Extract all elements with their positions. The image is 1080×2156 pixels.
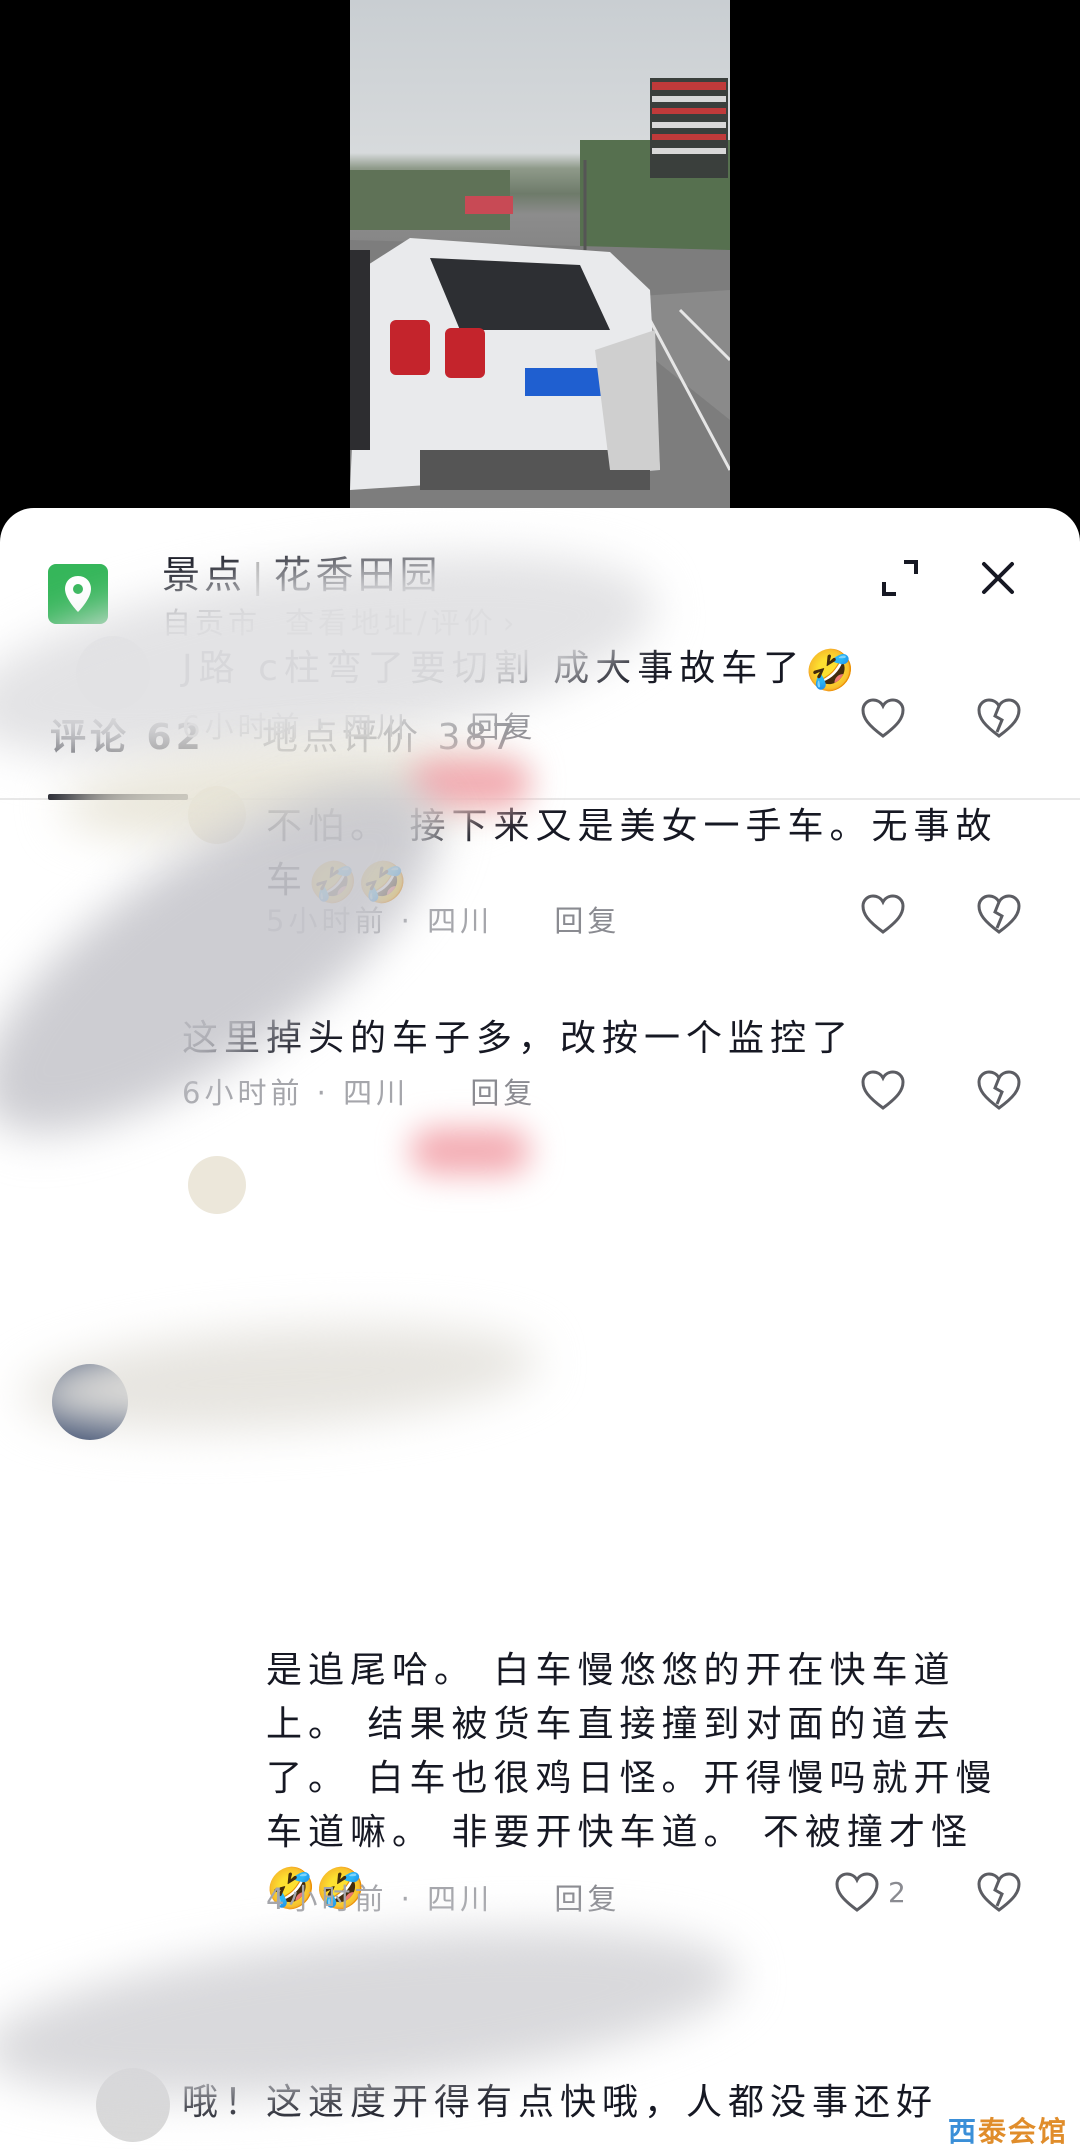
comment-body: 这里掉头的车子多，改按一个监控了 bbox=[182, 1018, 855, 1059]
comment-time: 6小时前 bbox=[182, 710, 304, 744]
comment-body: 哦！这速度开得有点快哦，人都没事还好 bbox=[182, 2082, 939, 2123]
avatar[interactable] bbox=[188, 1156, 246, 1214]
comment-region: 四川 bbox=[427, 904, 494, 938]
reply-button[interactable]: 回复 bbox=[554, 1882, 620, 1916]
comment-time: 4小时前 bbox=[266, 1882, 388, 1916]
location-comments-sheet: 景点 | 花香田园 自贡市 查看地址/评价 › 评论 62 地点评价 387 J路 c柱… bbox=[0, 508, 1080, 2156]
watermark-part2: 泰会馆 bbox=[977, 2115, 1068, 2148]
broken-heart-icon[interactable] bbox=[976, 894, 1022, 936]
broken-heart-icon[interactable] bbox=[976, 1070, 1022, 1112]
like-count: 2 bbox=[888, 1876, 906, 1909]
laughing-emoji-icon: 🤣 bbox=[805, 648, 856, 694]
comment-meta: 6小时前 · 四川 回复 bbox=[182, 704, 536, 746]
reply-button[interactable]: 回复 bbox=[470, 710, 536, 744]
expand-icon[interactable] bbox=[878, 556, 922, 600]
video-player[interactable] bbox=[0, 0, 1080, 520]
avatar[interactable] bbox=[188, 786, 246, 844]
location-name: 花香田园 bbox=[273, 553, 442, 597]
video-thumbnail-image bbox=[350, 78, 730, 510]
privacy-blur bbox=[410, 1128, 530, 1174]
view-address-link[interactable]: 查看地址/评价 bbox=[285, 606, 497, 640]
title-divider: | bbox=[252, 557, 268, 597]
comment-meta: 5小时前 · 四川 回复 bbox=[266, 898, 620, 940]
comment-text: 是追尾哈。 白车慢悠悠的开在快车道上。 结果被货车直接撞到对面的道去了。 白车也… bbox=[266, 1644, 1016, 1914]
location-subtitle[interactable]: 自贡市 查看地址/评价 › bbox=[162, 600, 518, 642]
map-pin-icon bbox=[48, 564, 108, 624]
location-city: 自贡市 bbox=[162, 606, 262, 640]
meta-separator: · bbox=[316, 710, 330, 744]
heart-icon[interactable] bbox=[860, 1070, 906, 1112]
heart-icon[interactable] bbox=[834, 1872, 880, 1914]
location-category: 景点 bbox=[162, 553, 247, 597]
comment-text: 这里掉头的车子多，改按一个监控了 bbox=[182, 1012, 1042, 1066]
watermark: 西泰会馆 bbox=[948, 2110, 1068, 2150]
comment-item: 哦！这速度开得有点快哦，人都没事还好 bbox=[0, 508, 1080, 2142]
reply-button[interactable]: 回复 bbox=[470, 1076, 536, 1110]
comment-text: J路 c柱弯了要切割 成大事故车了🤣 bbox=[182, 642, 1042, 696]
comment-meta: 4小时前 · 四川 回复 bbox=[266, 1876, 620, 1918]
comment-body: 是追尾哈。 白车慢悠悠的开在快车道上。 结果被货车直接撞到对面的道去了。 白车也… bbox=[266, 1650, 998, 1853]
meta-separator: · bbox=[316, 1076, 330, 1110]
meta-separator: · bbox=[400, 1882, 414, 1916]
comment-region: 四川 bbox=[343, 710, 410, 744]
comment-tabs: 评论 62 地点评价 387 bbox=[0, 688, 1080, 800]
meta-separator: · bbox=[400, 904, 414, 938]
comment-time: 5小时前 bbox=[266, 904, 388, 938]
broken-heart-icon[interactable] bbox=[976, 1872, 1022, 1914]
laughing-emoji-icon: 🤣🤣 bbox=[308, 860, 408, 906]
comment-text: 哦！这速度开得有点快哦，人都没事还好 bbox=[182, 2076, 1042, 2130]
heart-icon[interactable] bbox=[860, 698, 906, 740]
comment-region: 四川 bbox=[427, 1882, 494, 1916]
comment-text-prefix: J bbox=[182, 648, 199, 689]
broken-heart-icon[interactable] bbox=[976, 698, 1022, 740]
comment-time: 6小时前 bbox=[182, 1076, 304, 1110]
heart-icon[interactable] bbox=[860, 894, 906, 936]
location-header[interactable]: 景点 | 花香田园 自贡市 查看地址/评价 › bbox=[0, 508, 1080, 648]
chevron-right-icon: › bbox=[502, 606, 519, 640]
avatar[interactable] bbox=[76, 636, 150, 710]
avatar[interactable] bbox=[96, 2068, 170, 2142]
active-tab-indicator bbox=[48, 794, 188, 800]
comment-meta: 6小时前 · 四川 回复 bbox=[182, 1070, 536, 1112]
watermark-part1: 西 bbox=[947, 2115, 978, 2148]
reply-button[interactable]: 回复 bbox=[554, 904, 620, 938]
video-frame[interactable] bbox=[350, 0, 730, 510]
close-icon[interactable] bbox=[976, 556, 1020, 600]
comment-text: 不怕。 接下来又是美女一手车。无事故车🤣🤣 bbox=[266, 800, 1006, 908]
avatar[interactable] bbox=[52, 1364, 128, 1440]
location-title: 景点 | 花香田园 bbox=[162, 544, 442, 599]
comment-body: 路 c柱弯了要切割 成大事故车了 bbox=[198, 648, 806, 689]
comment-region: 四川 bbox=[343, 1076, 410, 1110]
